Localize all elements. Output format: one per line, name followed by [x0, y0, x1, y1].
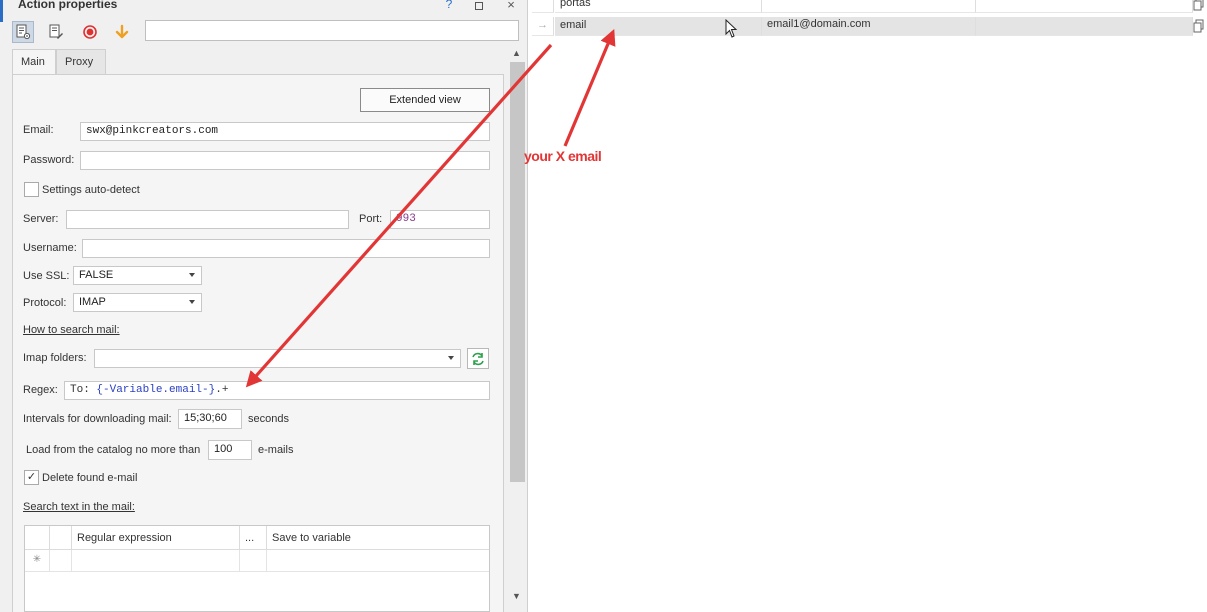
intervals-unit: seconds	[248, 413, 289, 425]
edit-document-button[interactable]	[45, 21, 67, 43]
scroll-up-icon[interactable]: ▲	[512, 48, 521, 58]
search-text-grid[interactable]: Regular expression ... Save to variable …	[24, 525, 490, 612]
new-row-icon: ✳	[25, 550, 50, 572]
document-edit-icon	[49, 24, 63, 39]
grid-new-row-regex-cell[interactable]	[72, 550, 240, 572]
email-field[interactable]: swx@pinkcreators.com	[80, 122, 490, 141]
refresh-folders-button[interactable]	[467, 348, 489, 369]
email-label: Email:	[23, 124, 54, 136]
grid-header-regex[interactable]: Regular expression	[72, 526, 240, 550]
port-field[interactable]: 993	[390, 210, 490, 229]
restore-button[interactable]	[472, 0, 486, 14]
arrow-down-icon	[115, 24, 129, 39]
chevron-down-icon	[189, 273, 195, 277]
annotation-arrow-to-email	[563, 29, 616, 147]
help-button[interactable]: ?	[442, 0, 456, 11]
protocol-label: Protocol:	[23, 297, 67, 309]
port-label: Port:	[359, 213, 383, 225]
imap-folders-label: Imap folders:	[23, 352, 87, 364]
regex-label: Regex:	[23, 384, 58, 396]
variables-table: portas → email email1@domain.com	[532, 0, 1207, 40]
regex-variable: {-Variable.email-}	[96, 384, 216, 396]
password-field[interactable]	[80, 151, 490, 170]
delete-found-label: Delete found e-mail	[42, 472, 138, 484]
action-settings-button[interactable]	[12, 21, 34, 43]
window-title: Action properties	[18, 0, 118, 11]
variable-name-cell[interactable]: portas	[555, 0, 762, 13]
copy-icon[interactable]	[1193, 19, 1205, 36]
variable-value-cell[interactable]: email1@domain.com	[762, 17, 976, 36]
copy-icon	[1193, 0, 1204, 11]
server-field[interactable]	[66, 210, 349, 229]
protocol-value: IMAP	[79, 296, 106, 308]
variable-extra-cell[interactable]	[976, 0, 1193, 13]
protocol-select[interactable]: IMAP	[73, 293, 202, 312]
settings-autodetect-checkbox[interactable]	[24, 182, 39, 197]
load-limit-unit: e-mails	[258, 444, 294, 456]
grid-new-row-variable-cell[interactable]	[267, 550, 489, 572]
load-limit-label: Load from the catalog no more than	[26, 444, 201, 456]
extended-view-button[interactable]: Extended view	[360, 88, 490, 112]
annotation-label: your X email	[524, 148, 602, 164]
regex-prefix: To:	[70, 384, 97, 396]
grid-indicator-header	[50, 526, 72, 550]
mouse-cursor-icon	[725, 19, 738, 38]
grid-new-row-cell[interactable]	[50, 550, 72, 572]
intervals-field[interactable]: 15;30;60	[178, 409, 242, 429]
window-accent-bar	[0, 0, 3, 22]
copy-icon[interactable]	[1193, 0, 1205, 14]
tab-proxy[interactable]: Proxy	[56, 49, 106, 74]
grid-corner	[25, 526, 50, 550]
document-gear-icon	[16, 24, 31, 40]
regex-suffix: .+	[215, 384, 229, 396]
grid-header-ellipsis[interactable]: ...	[240, 526, 267, 550]
search-text-heading: Search text in the mail:	[23, 501, 135, 513]
how-to-search-heading: How to search mail:	[23, 324, 120, 336]
scroll-down-icon[interactable]: ▼	[512, 591, 521, 601]
load-limit-field[interactable]: 100	[208, 440, 252, 460]
restore-icon	[475, 2, 483, 10]
delete-found-checkbox[interactable]: ✓	[24, 470, 39, 485]
tab-main[interactable]: Main	[12, 49, 56, 74]
scroll-thumb[interactable]	[510, 62, 525, 482]
row-indicator	[532, 0, 554, 13]
use-ssl-label: Use SSL:	[23, 270, 70, 282]
row-indicator-arrow: →	[532, 17, 554, 36]
imap-folders-select[interactable]	[94, 349, 461, 368]
grid-header-save-variable[interactable]: Save to variable	[267, 526, 489, 550]
regex-field[interactable]: To: {-Variable.email-}.+	[64, 381, 490, 400]
copy-icon	[1193, 19, 1204, 33]
record-button[interactable]	[79, 21, 101, 43]
intervals-label: Intervals for downloading mail:	[23, 413, 172, 425]
grid-new-row-ellipsis-cell[interactable]	[240, 550, 267, 572]
refresh-icon	[472, 352, 484, 365]
use-ssl-value: FALSE	[79, 269, 114, 281]
close-button[interactable]: ×	[504, 0, 518, 12]
variable-extra-cell[interactable]	[976, 17, 1193, 36]
chevron-down-icon	[189, 300, 195, 304]
use-ssl-select[interactable]: FALSE	[73, 266, 202, 285]
chevron-down-icon	[448, 356, 454, 360]
move-down-button[interactable]	[111, 21, 133, 43]
variable-value-cell[interactable]	[762, 0, 976, 13]
action-comment-input[interactable]	[145, 20, 519, 41]
record-icon	[83, 25, 97, 39]
password-label: Password:	[23, 154, 75, 166]
action-properties-panel: Action properties ? × Main Proxy Extende…	[0, 0, 528, 612]
username-label: Username:	[23, 242, 77, 254]
username-field[interactable]	[82, 239, 490, 258]
server-label: Server:	[23, 213, 59, 225]
settings-autodetect-label: Settings auto-detect	[42, 184, 140, 196]
